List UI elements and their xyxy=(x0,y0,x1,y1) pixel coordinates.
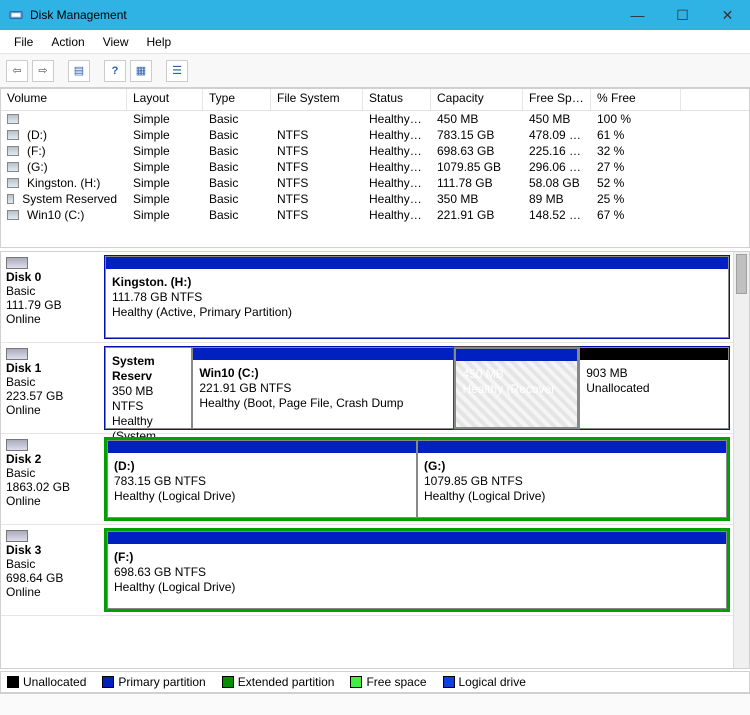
volume-list-body: SimpleBasicHealthy (R...450 MB450 MB100 … xyxy=(1,111,749,223)
volume-row[interactable]: SimpleBasicHealthy (R...450 MB450 MB100 … xyxy=(1,111,749,127)
col-type[interactable]: Type xyxy=(203,89,271,110)
menu-help[interactable]: Help xyxy=(139,33,180,51)
menu-action[interactable]: Action xyxy=(43,33,92,51)
legend-swatch-extended xyxy=(222,676,234,688)
toolbar xyxy=(0,54,750,88)
partition[interactable]: 450 MBHealthy (Recover xyxy=(454,347,579,429)
legend-logical: Logical drive xyxy=(459,675,526,689)
maximize-button[interactable]: ☐ xyxy=(660,0,705,30)
col-freespace[interactable]: Free Spa... xyxy=(523,89,591,110)
volume-row[interactable]: (D:)SimpleBasicNTFSHealthy (L...783.15 G… xyxy=(1,127,749,143)
partition-cap xyxy=(108,532,726,544)
volume-list[interactable]: Volume Layout Type File System Status Ca… xyxy=(0,88,750,248)
window-titlebar: Disk Management — ☐ ✕ xyxy=(0,0,750,30)
toolbar-properties-icon[interactable] xyxy=(68,60,90,82)
legend-swatch-logical xyxy=(443,676,455,688)
drive-icon xyxy=(7,146,19,156)
drive-icon xyxy=(7,194,14,204)
forward-button[interactable] xyxy=(32,60,54,82)
col-filesystem[interactable]: File System xyxy=(271,89,363,110)
legend-swatch-primary xyxy=(102,676,114,688)
window-title: Disk Management xyxy=(30,8,615,22)
toolbar-list-icon[interactable] xyxy=(166,60,188,82)
legend-unallocated: Unallocated xyxy=(23,675,86,689)
drive-icon xyxy=(7,130,19,140)
drive-icon xyxy=(7,210,19,220)
app-icon xyxy=(8,7,24,23)
drive-icon xyxy=(7,178,19,188)
legend-primary: Primary partition xyxy=(118,675,205,689)
partition[interactable]: (D:)783.15 GB NTFSHealthy (Logical Drive… xyxy=(107,440,417,518)
disk-icon xyxy=(6,348,28,360)
disk-row: Disk 0Basic111.79 GBOnlineKingston. (H:)… xyxy=(1,252,733,343)
disk-icon xyxy=(6,530,28,542)
volume-row[interactable]: (G:)SimpleBasicNTFSHealthy (L...1079.85 … xyxy=(1,159,749,175)
disk-info: Disk 2Basic1863.02 GBOnline xyxy=(4,437,100,521)
partition[interactable]: (G:)1079.85 GB NTFSHealthy (Logical Driv… xyxy=(417,440,727,518)
help-icon[interactable] xyxy=(104,60,126,82)
disk-icon xyxy=(6,439,28,451)
scrollbar-thumb[interactable] xyxy=(736,254,747,294)
partition-cap xyxy=(193,348,453,360)
volume-row[interactable]: Kingston. (H:)SimpleBasicNTFSHealthy (A.… xyxy=(1,175,749,191)
partition-cap xyxy=(106,257,728,269)
partition-cap xyxy=(580,348,728,360)
partition[interactable]: System Reserv350 MB NTFSHealthy (System xyxy=(105,347,192,429)
legend-freespace: Free space xyxy=(366,675,426,689)
volume-row[interactable]: (F:)SimpleBasicNTFSHealthy (L...698.63 G… xyxy=(1,143,749,159)
volume-row[interactable]: System ReservedSimpleBasicNTFSHealthy (S… xyxy=(1,191,749,207)
col-status[interactable]: Status xyxy=(363,89,431,110)
col-layout[interactable]: Layout xyxy=(127,89,203,110)
col-pctfree[interactable]: % Free xyxy=(591,89,681,110)
partition-cap xyxy=(456,349,577,361)
disk-graphic-pane[interactable]: Disk 0Basic111.79 GBOnlineKingston. (H:)… xyxy=(0,251,750,669)
partition[interactable]: 903 MBUnallocated xyxy=(579,347,729,429)
disk-info: Disk 1Basic223.57 GBOnline xyxy=(4,346,100,430)
drive-icon xyxy=(7,114,19,124)
status-bar xyxy=(0,693,750,715)
back-button[interactable] xyxy=(6,60,28,82)
menu-file[interactable]: File xyxy=(6,33,41,51)
partition-cap xyxy=(108,441,416,453)
disk-info: Disk 0Basic111.79 GBOnline xyxy=(4,255,100,339)
partition[interactable]: Kingston. (H:)111.78 GB NTFSHealthy (Act… xyxy=(105,256,729,338)
partition[interactable]: Win10 (C:)221.91 GB NTFSHealthy (Boot, P… xyxy=(192,347,454,429)
col-capacity[interactable]: Capacity xyxy=(431,89,523,110)
volume-list-header: Volume Layout Type File System Status Ca… xyxy=(1,89,749,111)
disk-icon xyxy=(6,257,28,269)
drive-icon xyxy=(7,162,19,172)
partition[interactable]: (F:)698.63 GB NTFSHealthy (Logical Drive… xyxy=(107,531,727,609)
menu-view[interactable]: View xyxy=(95,33,137,51)
legend-swatch-unallocated xyxy=(7,676,19,688)
legend: Unallocated Primary partition Extended p… xyxy=(0,671,750,693)
close-button[interactable]: ✕ xyxy=(705,0,750,30)
volume-row[interactable]: Win10 (C:)SimpleBasicNTFSHealthy (B...22… xyxy=(1,207,749,223)
disk-row: Disk 1Basic223.57 GBOnlineSystem Reserv3… xyxy=(1,343,733,434)
disk-row: Disk 3Basic698.64 GBOnline(F:)698.63 GB … xyxy=(1,525,733,616)
toolbar-view-icon[interactable] xyxy=(130,60,152,82)
menu-bar: File Action View Help xyxy=(0,30,750,54)
partition-cap xyxy=(418,441,726,453)
col-volume[interactable]: Volume xyxy=(1,89,127,110)
legend-extended: Extended partition xyxy=(238,675,335,689)
disk-row: Disk 2Basic1863.02 GBOnline(D:)783.15 GB… xyxy=(1,434,733,525)
legend-swatch-freespace xyxy=(350,676,362,688)
minimize-button[interactable]: — xyxy=(615,0,660,30)
disk-info: Disk 3Basic698.64 GBOnline xyxy=(4,528,100,612)
vertical-scrollbar[interactable] xyxy=(733,252,749,668)
